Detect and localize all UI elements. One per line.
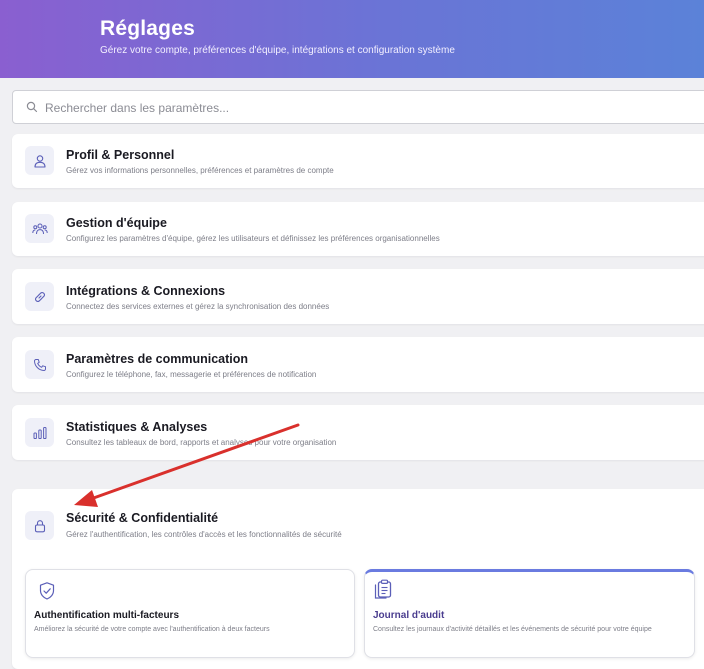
card-title: Sécurité & Confidentialité bbox=[66, 511, 219, 525]
team-icon bbox=[31, 223, 48, 234]
search-icon bbox=[26, 101, 38, 113]
settings-card-communication[interactable]: Paramètres de communication Configurez l… bbox=[12, 337, 704, 392]
card-title: Profil & Personnel bbox=[66, 148, 175, 162]
page-title: Réglages bbox=[100, 17, 195, 40]
link-icon bbox=[34, 291, 45, 302]
card-description: Gérez vos informations personnelles, pré… bbox=[66, 166, 334, 175]
card-title: Paramètres de communication bbox=[66, 352, 249, 366]
settings-card-integrations[interactable]: Intégrations & Connexions Connectez des … bbox=[12, 269, 704, 324]
icon-container bbox=[25, 418, 54, 447]
page-subtitle: Gérez votre compte, préférences d'équipe… bbox=[100, 45, 455, 56]
security-option-audit-log[interactable]: Journal d'audit Consultez les journaux d… bbox=[364, 569, 695, 658]
card-description: Consultez les tableaux de bord, rapports… bbox=[66, 438, 337, 447]
card-title: Gestion d'équipe bbox=[66, 216, 167, 230]
card-description: Connectez des services externes et gérez… bbox=[66, 302, 330, 311]
card-title: Intégrations & Connexions bbox=[66, 284, 226, 298]
icon-container bbox=[25, 350, 54, 379]
settings-search[interactable] bbox=[12, 90, 704, 124]
card-title: Statistiques & Analyses bbox=[66, 420, 208, 434]
bar-chart-icon bbox=[33, 426, 47, 439]
settings-card-profile[interactable]: Profil & Personnel Gérez vos information… bbox=[12, 134, 704, 188]
icon-container bbox=[25, 146, 54, 175]
icon-container bbox=[25, 214, 54, 243]
option-title: Journal d'audit bbox=[373, 610, 445, 621]
security-option-mfa[interactable]: Authentification multi-facteurs Améliore… bbox=[25, 569, 355, 658]
card-description: Configurez le téléphone, fax, messagerie… bbox=[66, 370, 317, 379]
search-input[interactable] bbox=[45, 97, 645, 119]
settings-card-security[interactable]: Sécurité & Confidentialité Gérez l'authe… bbox=[12, 489, 704, 669]
card-description: Configurez les paramètres d'équipe, gére… bbox=[66, 234, 440, 243]
settings-card-analytics[interactable]: Statistiques & Analyses Consultez les ta… bbox=[12, 405, 704, 460]
option-description: Consultez les journaux d'activité détail… bbox=[373, 626, 652, 633]
lock-icon bbox=[34, 519, 45, 532]
option-title: Authentification multi-facteurs bbox=[34, 610, 180, 621]
shield-check-icon bbox=[39, 582, 55, 600]
settings-card-team[interactable]: Gestion d'équipe Configurez les paramètr… bbox=[12, 202, 704, 256]
page-header: Réglages Gérez votre compte, préférences… bbox=[0, 0, 704, 78]
option-description: Améliorez la sécurité de votre compte av… bbox=[34, 626, 270, 633]
clipboard-icon bbox=[374, 579, 392, 599]
icon-container bbox=[25, 511, 54, 540]
user-icon bbox=[33, 154, 46, 168]
card-description: Gérez l'authentification, les contrôles … bbox=[66, 530, 342, 539]
icon-container bbox=[25, 282, 54, 311]
phone-icon bbox=[33, 358, 46, 371]
